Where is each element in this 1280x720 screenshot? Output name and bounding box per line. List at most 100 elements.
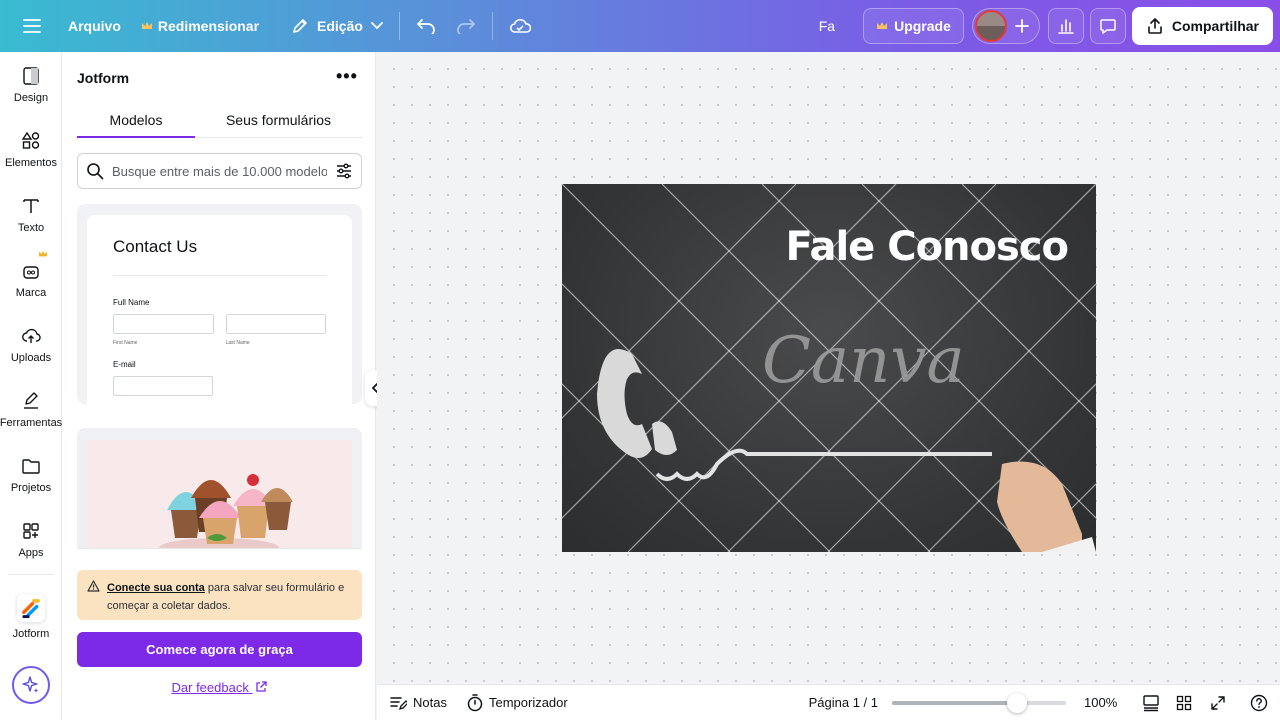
- share-button[interactable]: Compartilhar: [1131, 7, 1273, 45]
- grid-view-button[interactable]: [1176, 695, 1192, 711]
- rail-item-text[interactable]: Texto: [0, 182, 62, 247]
- undo-icon: [417, 19, 435, 34]
- edit-mode-button[interactable]: Edição: [281, 8, 393, 44]
- cloud-save-button[interactable]: [499, 8, 541, 44]
- more-options-button[interactable]: •••: [336, 66, 358, 87]
- brand-icon: [23, 265, 39, 279]
- template-card-contact[interactable]: Contact Us Full Name First Name Last Nam…: [77, 204, 362, 404]
- zoom-slider-handle[interactable]: [1007, 692, 1028, 713]
- rail-item-uploads[interactable]: Uploads: [0, 312, 62, 377]
- upgrade-label: Upgrade: [894, 18, 951, 34]
- rail-item-tools[interactable]: Ferramentas: [0, 377, 62, 442]
- undo-button[interactable]: [406, 8, 446, 44]
- fullscreen-button[interactable]: [1210, 695, 1226, 711]
- rail-item-brand[interactable]: Marca: [0, 247, 62, 312]
- timer-label: Temporizador: [488, 695, 568, 710]
- rail-label: Marca: [15, 286, 47, 299]
- timer-button[interactable]: Temporizador: [467, 693, 568, 712]
- start-free-button[interactable]: Comece agora de graça: [77, 632, 362, 667]
- insights-button[interactable]: [1047, 8, 1084, 44]
- external-link-icon: [256, 681, 268, 692]
- grid-icon: [1176, 695, 1192, 710]
- rail-item-design[interactable]: Design: [0, 52, 62, 117]
- connect-account-notice: Conecte sua conta para salvar seu formul…: [77, 570, 362, 620]
- field-sublabel: First Name: [113, 340, 138, 346]
- folder-icon: [22, 458, 40, 474]
- connect-account-link[interactable]: Conecte sua conta: [107, 582, 205, 594]
- search-input[interactable]: [112, 163, 327, 179]
- add-collaborator-button[interactable]: [1007, 11, 1037, 41]
- rail-item-jotform[interactable]: Jotform: [0, 583, 62, 651]
- pages-view-button[interactable]: [1142, 694, 1160, 712]
- rail-label: Ferramentas: [0, 416, 63, 429]
- file-menu-label: Arquivo: [68, 18, 121, 34]
- search-icon: [87, 163, 104, 180]
- rail-label: Texto: [17, 221, 45, 234]
- rail-item-apps[interactable]: Apps: [0, 507, 62, 572]
- help-button[interactable]: [1250, 694, 1268, 712]
- rail-item-projects[interactable]: Projetos: [0, 442, 62, 507]
- design-heading[interactable]: Fale Conosco: [785, 224, 1069, 270]
- zoom-level[interactable]: 100%: [1084, 695, 1120, 710]
- cloud-check-icon: [509, 18, 531, 33]
- page-indicator-label: Página 1 / 1: [808, 695, 878, 710]
- field-label: E-mail: [113, 360, 136, 369]
- draw-icon: [24, 391, 38, 409]
- tab-my-forms[interactable]: Seus formulários: [195, 112, 362, 138]
- collaborators-group: [971, 8, 1040, 44]
- comment-icon: [1100, 19, 1116, 34]
- share-icon: [1148, 18, 1162, 34]
- crown-icon: [877, 22, 888, 29]
- user-initials-label: Fa: [818, 18, 836, 34]
- rail-label: Jotform: [12, 628, 50, 640]
- redo-icon: [457, 19, 475, 34]
- zoom-slider-fill: [892, 700, 1018, 705]
- toolbar-divider: [491, 12, 493, 40]
- editor-canvas[interactable]: Fale Conosco Canva: [377, 52, 1280, 684]
- resize-button[interactable]: Redimensionar: [131, 8, 269, 44]
- side-rail: Design Elementos Texto Marca Uploads Fer…: [0, 52, 62, 720]
- rail-item-elements[interactable]: Elementos: [0, 117, 62, 182]
- menu-button[interactable]: [12, 8, 52, 44]
- filter-icon[interactable]: [335, 162, 353, 180]
- bar-chart-icon: [1058, 19, 1074, 34]
- file-menu-button[interactable]: Arquivo: [58, 8, 131, 44]
- avatar[interactable]: [974, 10, 1007, 42]
- field-sublabel: Last Name: [225, 340, 250, 346]
- template-card-cupcakes[interactable]: [77, 428, 362, 548]
- plus-icon: [1014, 19, 1029, 33]
- redo-button[interactable]: [446, 8, 486, 44]
- share-label: Compartilhar: [1171, 18, 1259, 34]
- tab-templates[interactable]: Modelos: [77, 112, 195, 138]
- design-page[interactable]: Fale Conosco Canva: [562, 184, 1096, 552]
- page-indicator[interactable]: Página 1 / 1: [809, 695, 878, 710]
- notes-button[interactable]: Notas: [389, 695, 447, 711]
- upgrade-button[interactable]: Upgrade: [863, 8, 964, 44]
- divider: [113, 275, 326, 276]
- notes-label: Notas: [413, 695, 447, 710]
- pages-icon: [1143, 694, 1159, 711]
- jotform-icon: [17, 594, 45, 622]
- hamburger-icon: [23, 19, 41, 33]
- zoom-slider[interactable]: [892, 692, 1066, 713]
- feedback-link[interactable]: Dar feedback: [77, 680, 362, 695]
- panel-title: Jotform: [77, 70, 130, 86]
- comments-button[interactable]: [1089, 8, 1126, 44]
- apps-icon: [23, 522, 39, 539]
- rail-label: Uploads: [10, 351, 52, 364]
- chevron-down-icon: [371, 22, 383, 30]
- user-initials[interactable]: Fa: [809, 8, 845, 44]
- edit-mode-label: Edição: [317, 18, 363, 34]
- jotform-panel: Jotform ••• Modelos Seus formulários Con…: [62, 52, 376, 720]
- warning-icon: [87, 580, 100, 592]
- sparkle-icon: [22, 676, 39, 693]
- design-icon: [23, 66, 39, 85]
- notes-icon: [390, 696, 407, 710]
- last-name-box: [225, 314, 326, 334]
- top-toolbar: Arquivo Redimensionar Edição Fa Upgrade: [0, 0, 1280, 52]
- zoom-level-label: 100%: [1084, 695, 1118, 710]
- design-logo[interactable]: Canva: [762, 324, 965, 398]
- help-icon: [1250, 694, 1268, 711]
- magic-assistant-button[interactable]: [12, 666, 50, 704]
- text-icon: [23, 198, 39, 213]
